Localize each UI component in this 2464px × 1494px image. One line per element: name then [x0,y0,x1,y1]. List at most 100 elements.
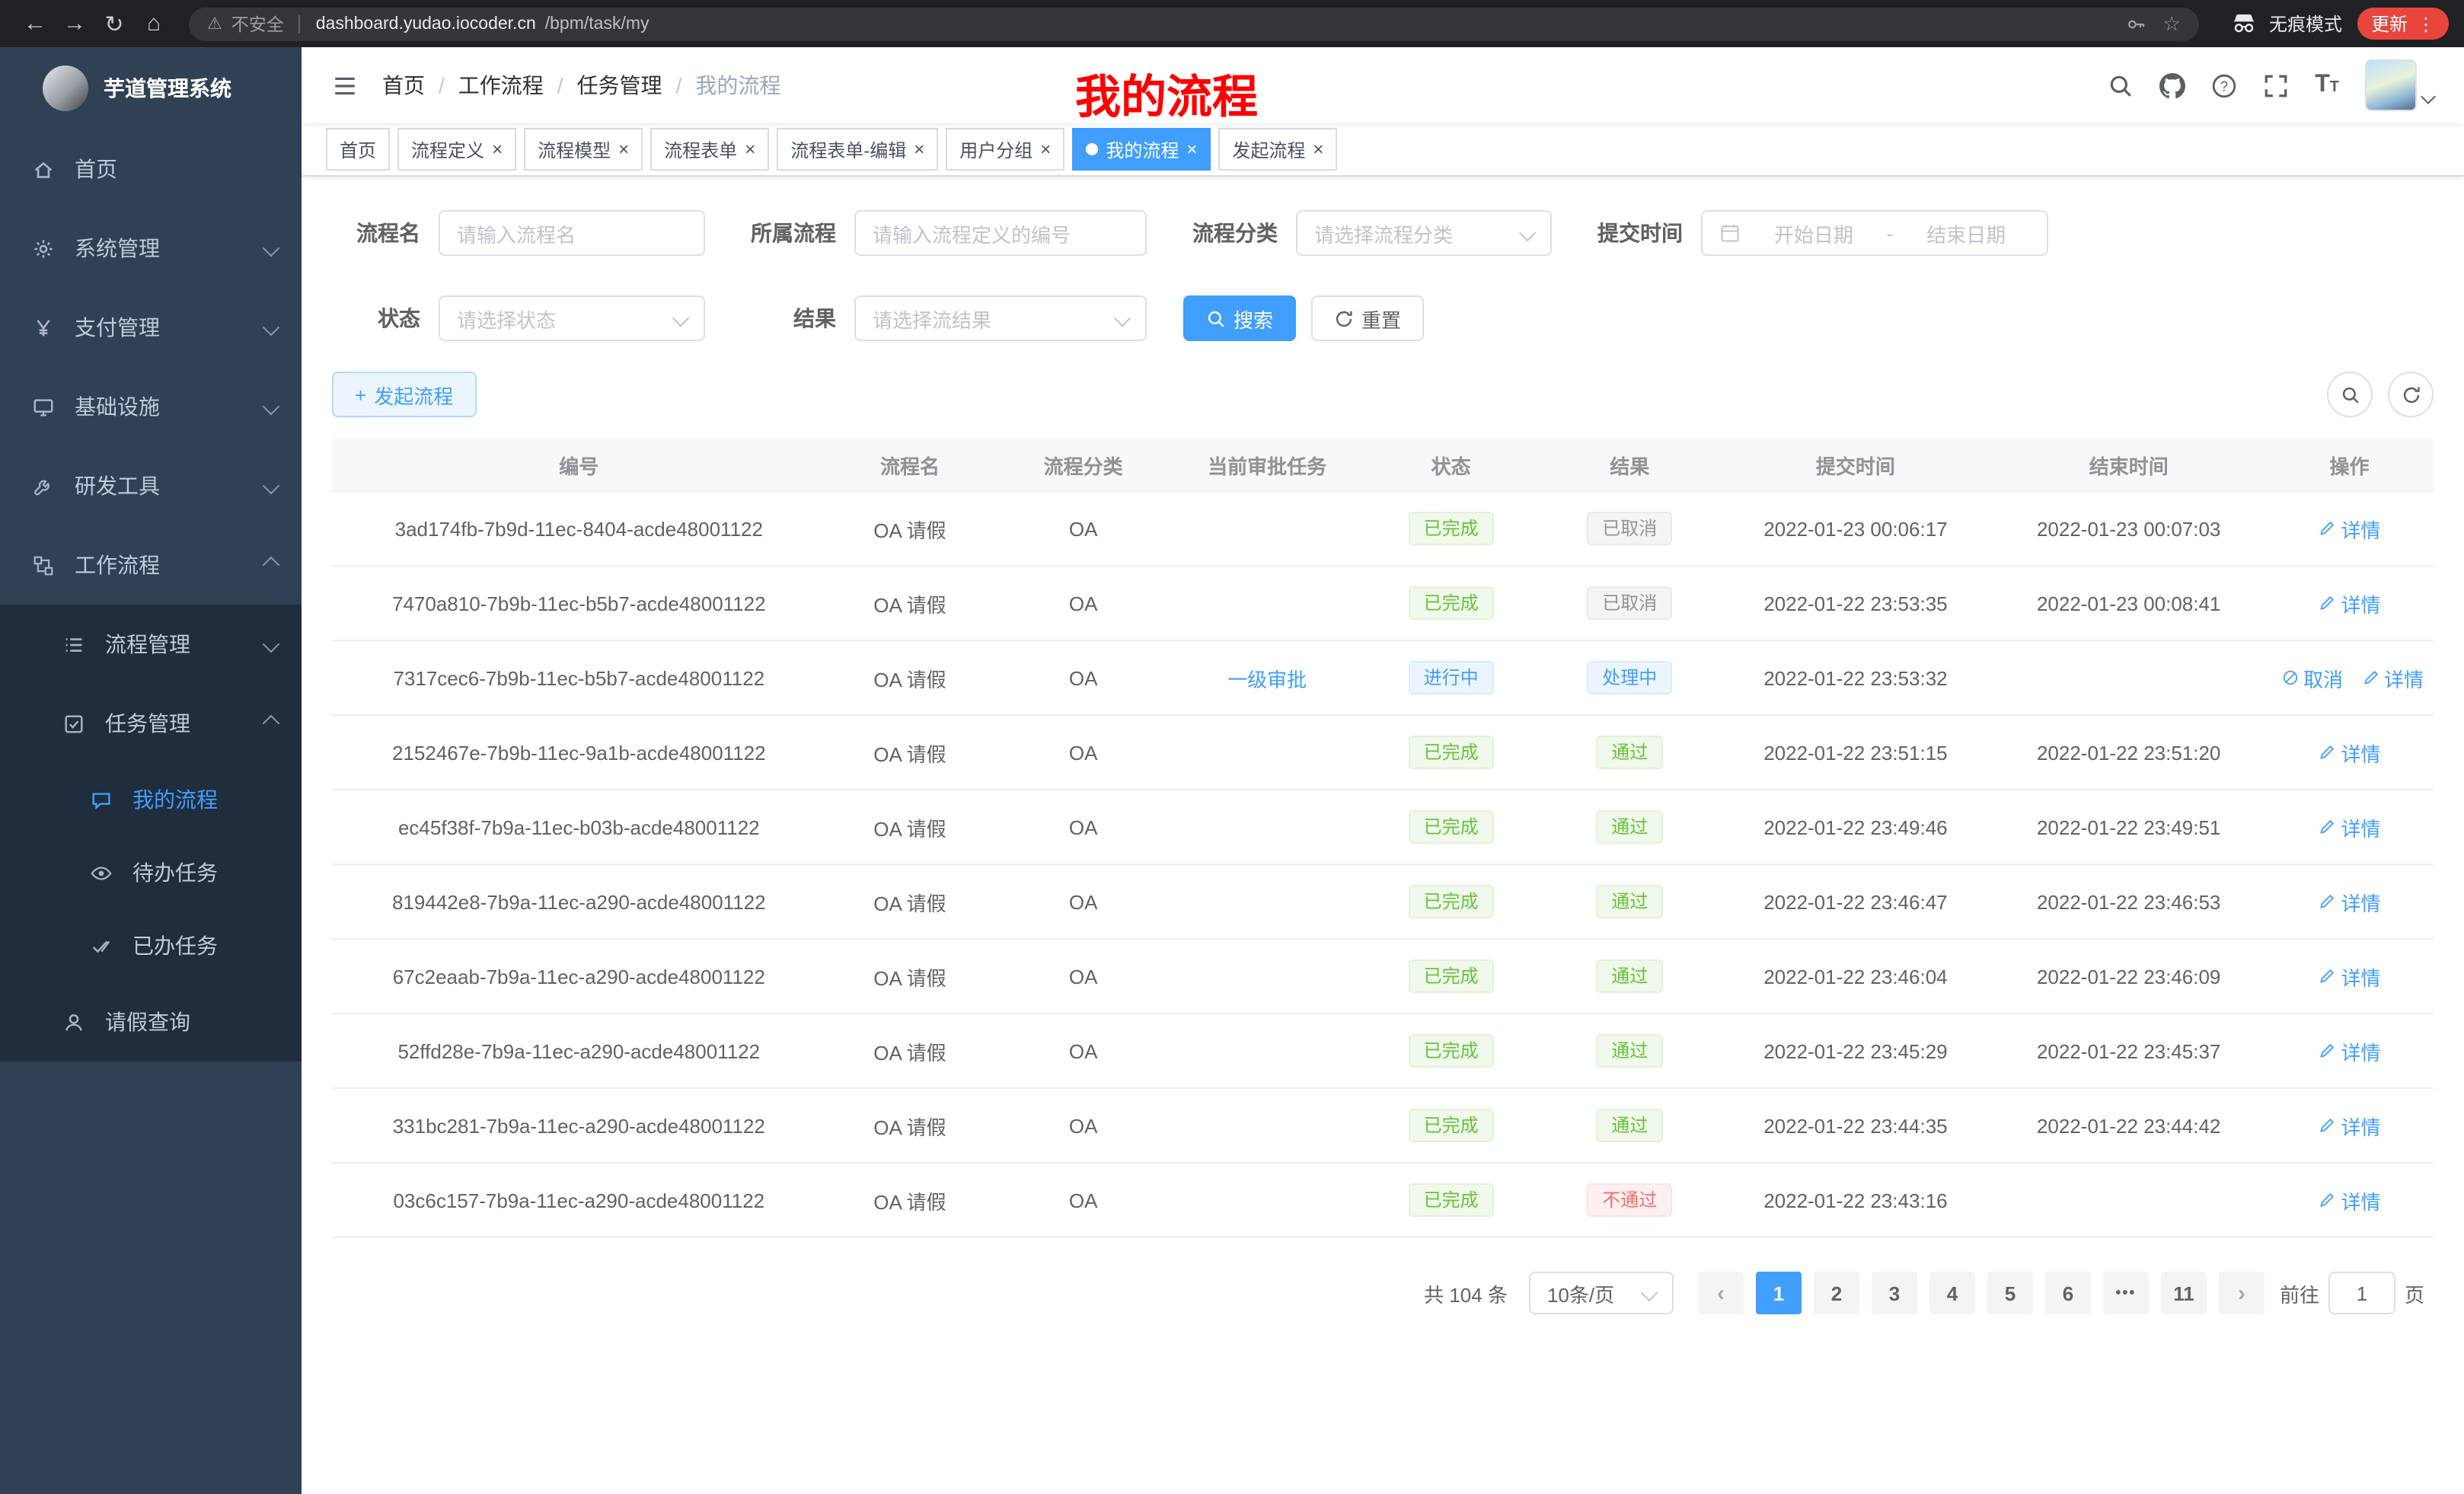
process-def-input[interactable]: 请输入流程定义的编号 [854,210,1147,256]
tab-发起流程[interactable]: 发起流程× [1218,128,1337,171]
browser-reload-icon[interactable]: ↻ [94,10,134,37]
sidebar-item-系统管理[interactable]: 系统管理 [0,209,302,288]
goto-page-input[interactable]: 1 [2328,1272,2395,1314]
cell-category: OA [994,816,1173,838]
page-size-select[interactable]: 10条/页 [1529,1272,1674,1314]
status-badge: 进行中 [1409,661,1494,694]
detail-link[interactable]: 详情 [2318,1036,2380,1065]
page-button-6[interactable]: 6 [2045,1272,2091,1314]
sidebar-item-任务管理[interactable]: 任务管理 [0,684,302,763]
sidebar-item-label: 任务管理 [105,708,190,739]
search-button[interactable]: 搜索 [1183,295,1296,341]
detail-link[interactable]: 详情 [2318,514,2380,543]
start-process-button[interactable]: + 发起流程 [332,372,476,417]
cell-actions: 详情 [2265,1036,2434,1065]
prev-page-button[interactable]: ‹ [1698,1272,1744,1314]
close-icon[interactable]: × [1186,140,1197,158]
goto-suffix: 页 [2405,1279,2424,1307]
task-icon [61,710,87,736]
help-icon[interactable]: ? [2211,72,2237,98]
breadcrumb-item[interactable]: 任务管理 [577,70,662,101]
browser-home-icon[interactable]: ⌂ [134,11,174,37]
sidebar-item-label: 系统管理 [75,233,160,263]
close-icon[interactable]: × [1040,140,1051,158]
detail-link[interactable]: 详情 [2318,589,2380,618]
hamburger-icon[interactable] [332,72,358,98]
sidebar-item-流程管理[interactable]: 流程管理 [0,605,302,684]
page-button-2[interactable]: 2 [1814,1272,1859,1314]
bookmark-star-icon[interactable]: ☆ [2163,11,2181,36]
page-button-3[interactable]: 3 [1872,1272,1917,1314]
detail-link[interactable]: 详情 [2318,1111,2380,1140]
sidebar-item-我的流程[interactable]: 我的流程 [0,763,302,836]
sidebar-item-基础设施[interactable]: 基础设施 [0,367,302,446]
tab-流程表单[interactable]: 流程表单× [650,128,769,171]
status-select[interactable]: 请选择状态 [439,295,705,341]
cell-result: 处理中 [1540,661,1719,694]
font-size-icon[interactable]: TT [2315,72,2339,99]
close-icon[interactable]: × [1313,140,1323,158]
sidebar-item-已办任务[interactable]: 已办任务 [0,909,302,982]
close-icon[interactable]: × [492,140,503,158]
sidebar-item-支付管理[interactable]: 支付管理 [0,288,302,367]
github-icon[interactable] [2159,72,2185,98]
category-select[interactable]: 请选择流程分类 [1296,210,1552,256]
sidebar-item-待办任务[interactable]: 待办任务 [0,836,302,909]
logo[interactable]: 芋道管理系统 [0,47,302,129]
address-bar[interactable]: ⚠ 不安全 dashboard.yudao.iocoder.cn /bpm/ta… [189,7,2199,40]
cancel-link[interactable]: 取消 [2280,663,2343,692]
sidebar-item-请假查询[interactable]: 请假查询 [0,982,302,1061]
result-select[interactable]: 请选择流结果 [854,295,1147,341]
tab-label: 流程模型 [538,136,611,162]
chevron-down-icon [263,398,280,416]
total-count: 共 104 条 [1424,1279,1508,1307]
detail-link[interactable]: 详情 [2318,887,2380,916]
tab-用户分组[interactable]: 用户分组× [946,128,1064,171]
submit-time-range-input[interactable]: 开始日期 - 结束日期 [1701,210,2048,256]
search-icon[interactable] [2108,72,2134,98]
tab-流程定义[interactable]: 流程定义× [397,128,516,171]
process-name-input[interactable]: 请输入流程名 [439,210,705,256]
column-header: 状态 [1361,450,1540,479]
browser-update-button[interactable]: 更新 ⋮ [2357,8,2449,40]
page-button-1[interactable]: 1 [1756,1272,1802,1314]
tab-流程表单-编辑[interactable]: 流程表单-编辑× [777,128,938,171]
table-row: 331bc281-7b9a-11ec-a290-acde48001122OA 请… [332,1089,2434,1164]
browser-back-icon[interactable]: ← [15,11,55,37]
fullscreen-icon[interactable] [2263,72,2289,98]
saved-password-key-icon[interactable] [2127,13,2148,34]
breadcrumb-item[interactable]: 工作流程 [458,70,544,101]
page-button-4[interactable]: 4 [1929,1272,1975,1314]
user-avatar[interactable] [2365,59,2434,111]
cell-id: 3ad174fb-7b9d-11ec-8404-acde48001122 [332,517,826,540]
menu-dots-icon[interactable]: ⋮ [2417,13,2435,34]
table-toolbar: + 发起流程 [302,372,2464,417]
page-button-11[interactable]: 11 [2161,1272,2207,1314]
edit-icon [2361,669,2379,687]
detail-link[interactable]: 详情 [2318,738,2380,767]
breadcrumb-item[interactable]: 首页 [382,70,425,101]
refresh-table-button[interactable] [2388,372,2434,417]
browser-forward-icon[interactable]: → [55,11,94,37]
more-pages-button[interactable]: ••• [2103,1272,2149,1314]
page-button-5[interactable]: 5 [1987,1272,2033,1314]
tab-我的流程[interactable]: 我的流程× [1072,128,1211,171]
close-icon[interactable]: × [618,140,629,158]
toggle-search-button[interactable] [2327,372,2373,417]
detail-link[interactable]: 详情 [2318,812,2380,841]
sidebar-item-研发工具[interactable]: 研发工具 [0,446,302,525]
tab-流程模型[interactable]: 流程模型 × [524,128,643,171]
tab-首页[interactable]: 首页 [326,128,390,171]
incognito-badge[interactable]: 无痕模式 [2229,9,2342,38]
next-page-button[interactable]: › [2219,1272,2265,1314]
task-link[interactable]: 一级审批 [1227,663,1307,692]
detail-link[interactable]: 详情 [2361,663,2424,692]
sidebar-item-首页[interactable]: 首页 [0,129,302,209]
close-icon[interactable]: × [745,140,755,158]
sidebar-item-工作流程[interactable]: 工作流程 [0,525,302,605]
reset-button[interactable]: 重置 [1311,295,1424,341]
close-icon[interactable]: × [914,140,924,158]
cell-process-name: OA 请假 [826,514,994,543]
detail-link[interactable]: 详情 [2318,962,2380,991]
detail-link[interactable]: 详情 [2318,1186,2380,1215]
